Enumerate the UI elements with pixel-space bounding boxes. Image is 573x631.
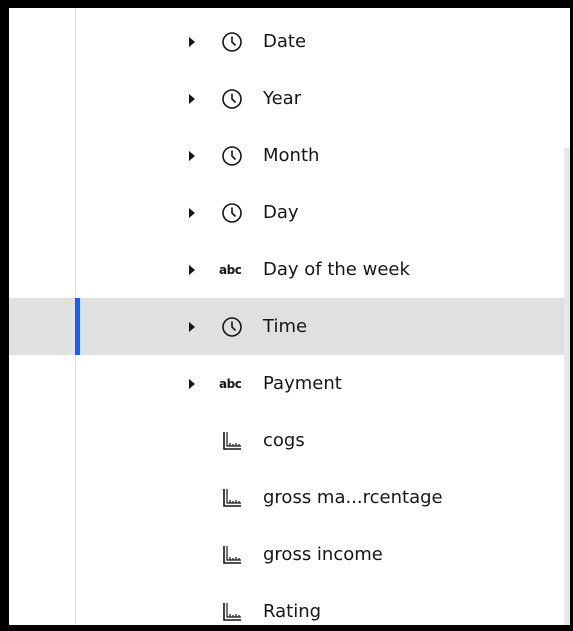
ruler-icon [220, 543, 244, 567]
caret-right-icon[interactable] [186, 320, 198, 334]
data-tree-panel: Date Year Month Day abc Day of the week Time ab… [9, 8, 570, 625]
abc-icon: abc [219, 376, 242, 391]
tree-item-time[interactable]: Time [9, 298, 564, 355]
ruler-icon [220, 486, 244, 510]
clock-icon [220, 30, 244, 54]
tree-item-label: Day [263, 202, 299, 223]
data-tree: Date Year Month Day abc Day of the week Time ab… [9, 13, 564, 625]
tree-item-gross-ma-rcentage[interactable]: gross ma...rcentage [9, 469, 564, 526]
caret-right-icon[interactable] [186, 35, 198, 49]
tree-item-label: cogs [263, 430, 305, 451]
caret-right-icon[interactable] [186, 149, 198, 163]
abc-icon: abc [219, 262, 242, 277]
ruler-icon [220, 429, 244, 453]
tree-item-label: Month [263, 145, 320, 166]
tree-item-gross-income[interactable]: gross income [9, 526, 564, 583]
tree-item-label: Day of the week [263, 259, 410, 280]
selection-indicator [75, 298, 80, 355]
scrollbar-thumb[interactable] [564, 148, 570, 625]
tree-item-year[interactable]: Year [9, 70, 564, 127]
tree-item-cogs[interactable]: cogs [9, 412, 564, 469]
tree-item-label: gross income [263, 544, 383, 565]
tree-item-payment[interactable]: abc Payment [9, 355, 564, 412]
clock-icon [220, 315, 244, 339]
ruler-icon [220, 600, 244, 624]
tree-item-day[interactable]: Day [9, 184, 564, 241]
tree-item-label: Year [263, 88, 302, 109]
tree-item-date[interactable]: Date [9, 13, 564, 70]
caret-right-icon[interactable] [186, 377, 198, 391]
caret-right-icon[interactable] [186, 92, 198, 106]
scrollbar[interactable] [564, 8, 570, 625]
tree-item-label: Time [263, 316, 308, 337]
clock-icon [220, 201, 244, 225]
tree-item-day-of-the-week[interactable]: abc Day of the week [9, 241, 564, 298]
tree-item-month[interactable]: Month [9, 127, 564, 184]
caret-right-icon[interactable] [186, 263, 198, 277]
tree-item-label: Payment [263, 373, 342, 394]
tree-item-label: Rating [263, 601, 322, 622]
tree-item-rating[interactable]: Rating [9, 583, 564, 625]
tree-item-label: gross ma...rcentage [263, 487, 443, 508]
clock-icon [220, 87, 244, 111]
clock-icon [220, 144, 244, 168]
caret-right-icon[interactable] [186, 206, 198, 220]
tree-item-label: Date [263, 31, 307, 52]
